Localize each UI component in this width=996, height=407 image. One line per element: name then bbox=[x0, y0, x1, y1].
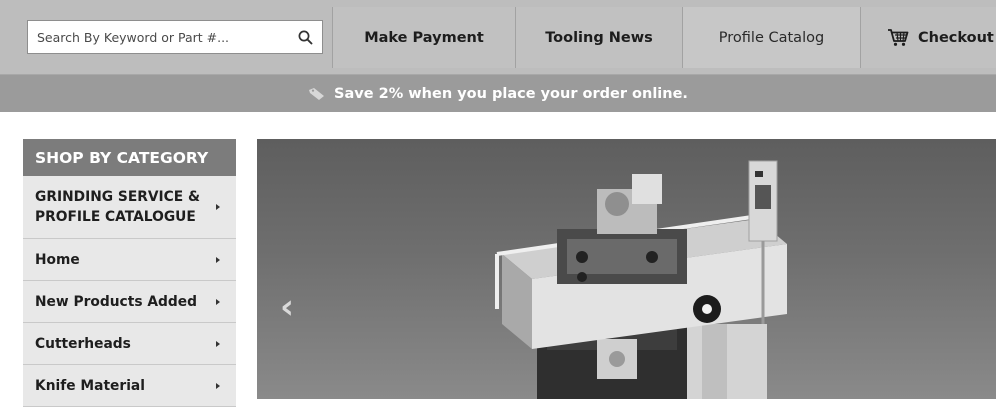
promo-text: Save 2% when you place your order online… bbox=[334, 85, 688, 102]
category-label-line1: GRINDING SERVICE & bbox=[35, 189, 201, 205]
hero-carousel: ‹ bbox=[257, 139, 996, 399]
machine-image bbox=[495, 160, 787, 399]
nav-profile-catalog[interactable]: Profile Catalog bbox=[682, 7, 860, 68]
chevron-right-icon bbox=[216, 340, 220, 347]
category-knife-material[interactable]: Knife Material bbox=[23, 365, 236, 407]
cart-icon bbox=[887, 28, 909, 47]
chevron-left-icon[interactable]: ‹ bbox=[278, 289, 296, 325]
category-new-products[interactable]: New Products Added bbox=[23, 281, 236, 323]
category-sidebar: SHOP BY CATEGORY GRINDING SERVICE & PROF… bbox=[23, 139, 236, 407]
nav-label: Checkout bbox=[918, 29, 994, 46]
category-cutterheads[interactable]: Cutterheads bbox=[23, 323, 236, 365]
category-label: Cutterheads bbox=[35, 335, 131, 352]
nav-tooling-news[interactable]: Tooling News bbox=[515, 7, 682, 68]
nav-make-payment[interactable]: Make Payment bbox=[332, 7, 515, 68]
chevron-right-icon bbox=[216, 256, 220, 263]
category-label: Knife Material bbox=[35, 377, 145, 394]
nav-label: Tooling News bbox=[545, 29, 653, 46]
top-nav-bar: Make Payment Tooling News Profile Catalo… bbox=[0, 0, 996, 75]
promo-banner: Save 2% when you place your order online… bbox=[0, 75, 996, 112]
sidebar-title: SHOP BY CATEGORY bbox=[23, 139, 236, 176]
search-icon[interactable] bbox=[294, 27, 316, 47]
chevron-right-icon bbox=[216, 204, 220, 210]
search-input[interactable] bbox=[28, 21, 288, 53]
nav-label: Make Payment bbox=[364, 29, 484, 46]
category-label-line2: PROFILE CATALOGUE bbox=[35, 209, 196, 225]
category-grinding-service[interactable]: GRINDING SERVICE & PROFILE CATALOGUE bbox=[23, 176, 236, 239]
category-label: New Products Added bbox=[35, 293, 197, 310]
chevron-right-icon bbox=[216, 382, 220, 389]
tag-icon bbox=[308, 87, 326, 101]
category-home[interactable]: Home bbox=[23, 239, 236, 281]
chevron-right-icon bbox=[216, 298, 220, 305]
nav-checkout[interactable]: Checkout bbox=[860, 7, 996, 68]
nav-label: Profile Catalog bbox=[718, 29, 825, 46]
category-label: GRINDING SERVICE & PROFILE CATALOGUE bbox=[35, 187, 200, 227]
search-box bbox=[27, 20, 323, 54]
category-label: Home bbox=[35, 251, 80, 268]
